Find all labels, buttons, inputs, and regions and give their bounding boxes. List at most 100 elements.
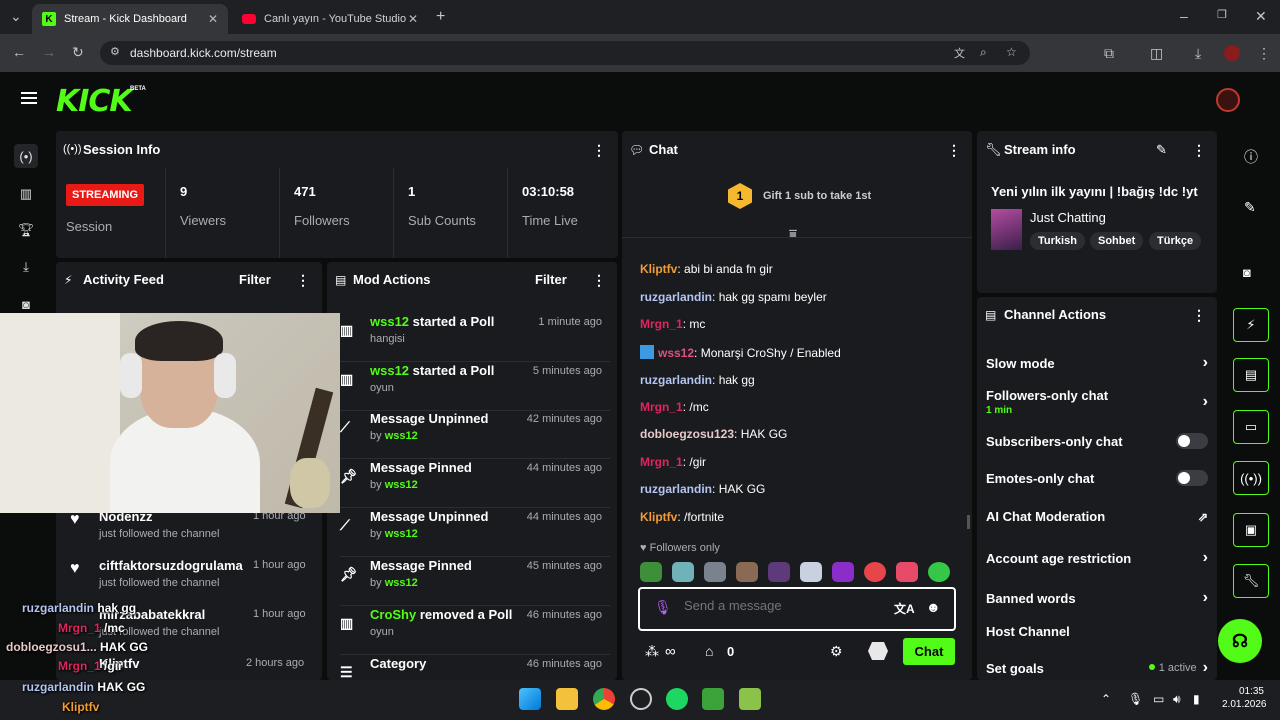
screenshot-icon[interactable]: ◫ [1150,45,1163,62]
mod-user[interactable]: wss12 [385,528,418,540]
emote-icon[interactable] [736,562,758,582]
broadcast-tool[interactable]: ((•)) [1233,461,1269,495]
reload-icon[interactable]: ↻ [72,44,84,61]
channel-actions-menu-icon[interactable]: ⋮ [1192,307,1206,324]
chat-message[interactable]: Mrgn_1: mc [640,317,705,331]
file-explorer-icon[interactable] [556,688,578,710]
session-menu-icon[interactable]: ⋮ [592,142,606,159]
extensions-icon[interactable]: ⧉ [1104,45,1114,62]
tray-chevron-icon[interactable]: ⌃ [1101,692,1111,706]
chat-username[interactable]: Kliptfv [640,262,677,276]
network-icon[interactable]: ▭ [1153,692,1164,706]
volume-icon[interactable]: 🔊︎ [1173,692,1181,707]
restore-icon[interactable]: ❐ [1217,8,1227,21]
mod-user[interactable]: wss12 [370,363,409,378]
tab-search-icon[interactable]: ⌄ [10,8,22,25]
chat-username[interactable]: ruzgarlandin [640,290,712,304]
emote-icon[interactable] [768,562,790,582]
chat-username[interactable]: ruzgarlandin [640,373,712,387]
emoji-icon[interactable]: ☻ [926,599,941,615]
emote-icon[interactable] [928,562,950,582]
chat-message[interactable]: dobloegzosu123: HAK GG [640,427,787,441]
battery-icon[interactable]: ▮ [1193,692,1200,706]
chat-username[interactable]: Mrgn_1 [640,400,683,414]
emote-icon[interactable] [704,562,726,582]
nav-analytics-icon[interactable]: ▥ [14,182,38,206]
emote-icon[interactable] [672,562,694,582]
zoom-icon[interactable]: ⌕ [980,45,987,60]
chat-tool[interactable]: ▭ [1233,410,1269,444]
info-icon[interactable]: ⓘ [1244,147,1258,167]
translate-icon[interactable]: 文 [954,45,965,61]
user-avatar[interactable] [1216,88,1240,112]
account-age-row[interactable]: Account age restriction › [986,549,1208,567]
chat-message-input[interactable] [684,598,874,613]
microphone-icon[interactable]: 🎙︎ [654,599,672,616]
chat-username[interactable]: Mrgn_1 [640,317,683,331]
send-chat-button[interactable]: Chat [903,638,955,665]
chat-message[interactable]: Kliptfv: /fortnite [640,510,724,524]
mod-user[interactable]: wss12 [385,577,418,589]
subscribers-only-toggle[interactable] [1176,433,1208,449]
chat-username[interactable]: dobloegzosu123 [640,427,734,441]
chrome-icon[interactable] [593,688,615,710]
hamburger-menu-icon[interactable] [21,92,37,104]
support-button[interactable]: ☊ [1218,619,1262,663]
chat-settings-icon[interactable]: ⁂ [645,643,659,660]
banned-words-row[interactable]: Banned words › [986,589,1208,607]
chat-message[interactable]: ruzgarlandin: hak gg [640,373,755,387]
translate-icon[interactable]: 文A [894,600,915,617]
spotify-icon[interactable] [666,688,688,710]
gift-sub-leaderboard[interactable]: Gift 1 sub to take 1st [763,190,871,202]
minecraft-launcher-icon[interactable] [739,688,761,710]
close-window-icon[interactable]: ✕ [1255,8,1267,25]
chat-scrollbar[interactable] [967,515,970,529]
ai-moderation-row[interactable]: AI Chat Moderation ⇗ [986,509,1208,524]
slow-mode-row[interactable]: Slow mode › [986,354,1208,372]
chat-username[interactable]: Mrgn_1 [640,455,683,469]
stream-info-menu-icon[interactable]: ⋮ [1192,142,1206,159]
site-info-icon[interactable]: ⚙ [110,45,120,58]
store-icon[interactable]: ⌂ [705,643,713,659]
chat-username[interactable]: Kliptfv [640,510,677,524]
activity-user[interactable]: ciftfaktorsuzdogrulama [99,558,243,573]
download-icon[interactable]: ⤓ [1195,45,1201,62]
emote-icon[interactable] [896,562,918,582]
tab-kick-dashboard[interactable]: K Stream - Kick Dashboard ✕ [32,4,228,34]
emote-icon[interactable] [800,562,822,582]
bookmark-star-icon[interactable]: ☆ [1006,45,1017,59]
camera-icon[interactable]: ◙ [1243,265,1251,280]
nav-download-icon[interactable]: ⤓ [14,255,38,279]
pencil-icon[interactable]: ✎ [1244,199,1256,216]
mod-user[interactable]: wss12 [385,479,418,491]
close-tab-icon[interactable]: ✕ [408,12,418,26]
chat-message[interactable]: Kliptfv: abi bi anda fn gir [640,262,773,276]
chat-message[interactable]: Mrgn_1: /mc [640,400,709,414]
taskbar-clock[interactable]: 01:35 2.01.2026 [1222,686,1267,710]
chat-username[interactable]: ruzgarlandin [640,482,712,496]
gear-icon[interactable]: ⚙ [830,643,843,660]
back-icon[interactable]: ← [12,44,26,60]
forward-icon[interactable]: → [42,44,56,60]
settings-tool[interactable]: 🔧︎ [1233,564,1269,598]
address-bar[interactable]: ⚙ dashboard.kick.com/stream ☆ ⌕ 文 [100,41,1030,65]
tab-youtube-studio[interactable]: Canlı yayın - YouTube Studio ✕ [232,4,428,34]
chat-input-box[interactable]: 🎙︎ 文A ☻ [638,587,956,631]
nav-trophy-icon[interactable]: 🏆︎ [14,218,38,242]
emote-icon[interactable] [640,562,662,582]
obs-icon[interactable] [630,688,652,710]
activity-filter-button[interactable]: Filter [239,272,271,287]
quick-actions-tool[interactable]: ⚡︎ [1233,308,1269,342]
chat-message[interactable]: ruzgarlandin: HAK GG [640,482,765,496]
host-channel-row[interactable]: Host Channel [986,624,1208,639]
infinity-icon[interactable]: ∞ [665,643,676,660]
emote-icon[interactable] [864,562,886,582]
collapse-icon[interactable]: ⩸ [789,226,797,242]
stream-category[interactable]: Just Chatting [1030,210,1106,225]
followers-only-row[interactable]: Followers-only chat 1 min › [986,388,1208,416]
menu-dots-icon[interactable]: ⋮ [1257,45,1271,62]
nav-stream-icon[interactable]: (•) [14,144,38,168]
chat-username[interactable]: wss12 [658,346,694,360]
new-tab-icon[interactable]: + [436,8,445,26]
mod-user[interactable]: wss12 [385,430,418,442]
